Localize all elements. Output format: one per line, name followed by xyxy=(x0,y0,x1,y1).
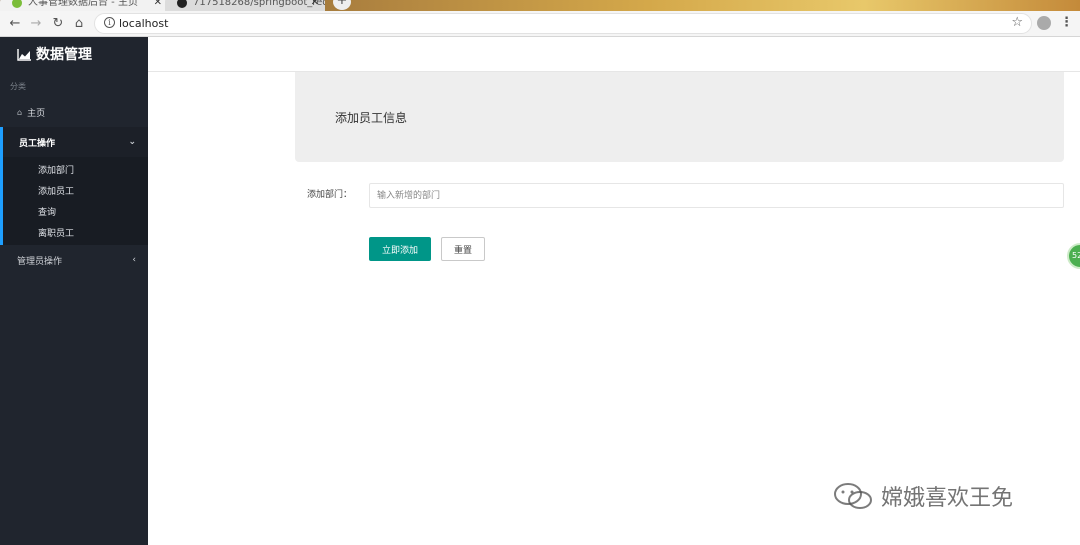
home-icon[interactable]: ⌂ xyxy=(70,15,88,33)
brand-title: 数据管理 xyxy=(36,46,92,63)
browser-tab-active[interactable]: 人事管理数据后台 - 主页 ✕ xyxy=(0,0,168,11)
chevron-down-icon: ⌄ xyxy=(128,137,136,147)
site-info-icon[interactable]: i xyxy=(104,17,115,28)
home-icon: ⌂ xyxy=(17,107,23,117)
wechat-icon xyxy=(834,483,872,509)
sidebar-category-label: 分类 xyxy=(10,82,26,91)
area-chart-icon xyxy=(17,48,31,61)
page-title: 添加员工信息 xyxy=(335,111,408,125)
top-header xyxy=(148,37,1080,72)
github-favicon-icon xyxy=(177,0,187,8)
tab-close-icon[interactable]: ✕ xyxy=(311,0,319,9)
sidebar-item-admin[interactable]: 管理员操作 ‹ xyxy=(0,245,148,275)
new-tab-button[interactable]: + xyxy=(333,0,351,10)
browser-tab-strip: 人事管理数据后台 - 主页 ✕ 717518268/springboot_red… xyxy=(0,0,1080,11)
watermark-text: 嫦娥喜欢王免 xyxy=(881,486,1014,511)
sidebar-group-header[interactable]: 员工操作 ⌄ xyxy=(3,127,148,157)
sidebar-group-label: 员工操作 xyxy=(19,138,56,149)
floating-badge[interactable]: 52 xyxy=(1067,243,1080,269)
tab-title: 人事管理数据后台 - 主页 xyxy=(28,0,138,8)
browser-menu-icon[interactable]: ⋮ xyxy=(1060,15,1073,30)
browser-toolbar: ← → ↻ ⌂ i localhost ☆ ⋮ xyxy=(0,11,1080,37)
profile-avatar-icon[interactable] xyxy=(1037,16,1051,30)
sidebar-item-label: 主页 xyxy=(27,108,46,119)
tab-title: 717518268/springboot_redis_ xyxy=(193,0,325,8)
reset-button[interactable]: 重置 xyxy=(441,237,485,261)
forward-arrow-icon[interactable]: → xyxy=(27,15,45,33)
browser-tab-github[interactable]: 717518268/springboot_redis_ ✕ xyxy=(165,0,325,11)
title-panel: 添加员工信息 xyxy=(295,72,1064,162)
sidebar-group-employee: 员工操作 ⌄ 添加部门 添加员工 查询 离职员工 xyxy=(0,127,148,245)
department-input[interactable] xyxy=(369,183,1064,208)
sidebar-brand[interactable]: 数据管理 xyxy=(0,37,148,72)
submit-button[interactable]: 立即添加 xyxy=(369,237,431,261)
sidebar-item-home[interactable]: ⌂ 主页 xyxy=(0,99,148,125)
back-arrow-icon[interactable]: ← xyxy=(6,15,24,33)
tab-close-icon[interactable]: ✕ xyxy=(154,0,162,9)
sidebar-submenu: 添加部门 添加员工 查询 离职员工 xyxy=(3,157,148,245)
sidebar-item-resigned[interactable]: 离职员工 xyxy=(3,222,148,243)
address-url: localhost xyxy=(119,17,169,30)
sidebar-item-label: 管理员操作 xyxy=(17,256,63,267)
bookmark-star-icon[interactable]: ☆ xyxy=(1011,15,1023,30)
watermark: 嫦娥喜欢王免 xyxy=(833,480,1013,512)
address-bar[interactable]: i localhost ☆ xyxy=(94,13,1032,34)
spring-favicon-icon xyxy=(12,0,22,8)
department-label: 添加部门： xyxy=(306,190,352,200)
sidebar: 数据管理 分类 ⌂ 主页 员工操作 ⌄ 添加部门 添加员工 查询 离职员工 管理… xyxy=(0,37,148,545)
sidebar-item-query[interactable]: 查询 xyxy=(3,201,148,222)
sidebar-item-add-employee[interactable]: 添加员工 xyxy=(3,180,148,201)
chevron-left-icon: ‹ xyxy=(132,255,136,265)
reload-icon[interactable]: ↻ xyxy=(49,15,67,33)
sidebar-item-add-department[interactable]: 添加部门 xyxy=(3,159,148,180)
